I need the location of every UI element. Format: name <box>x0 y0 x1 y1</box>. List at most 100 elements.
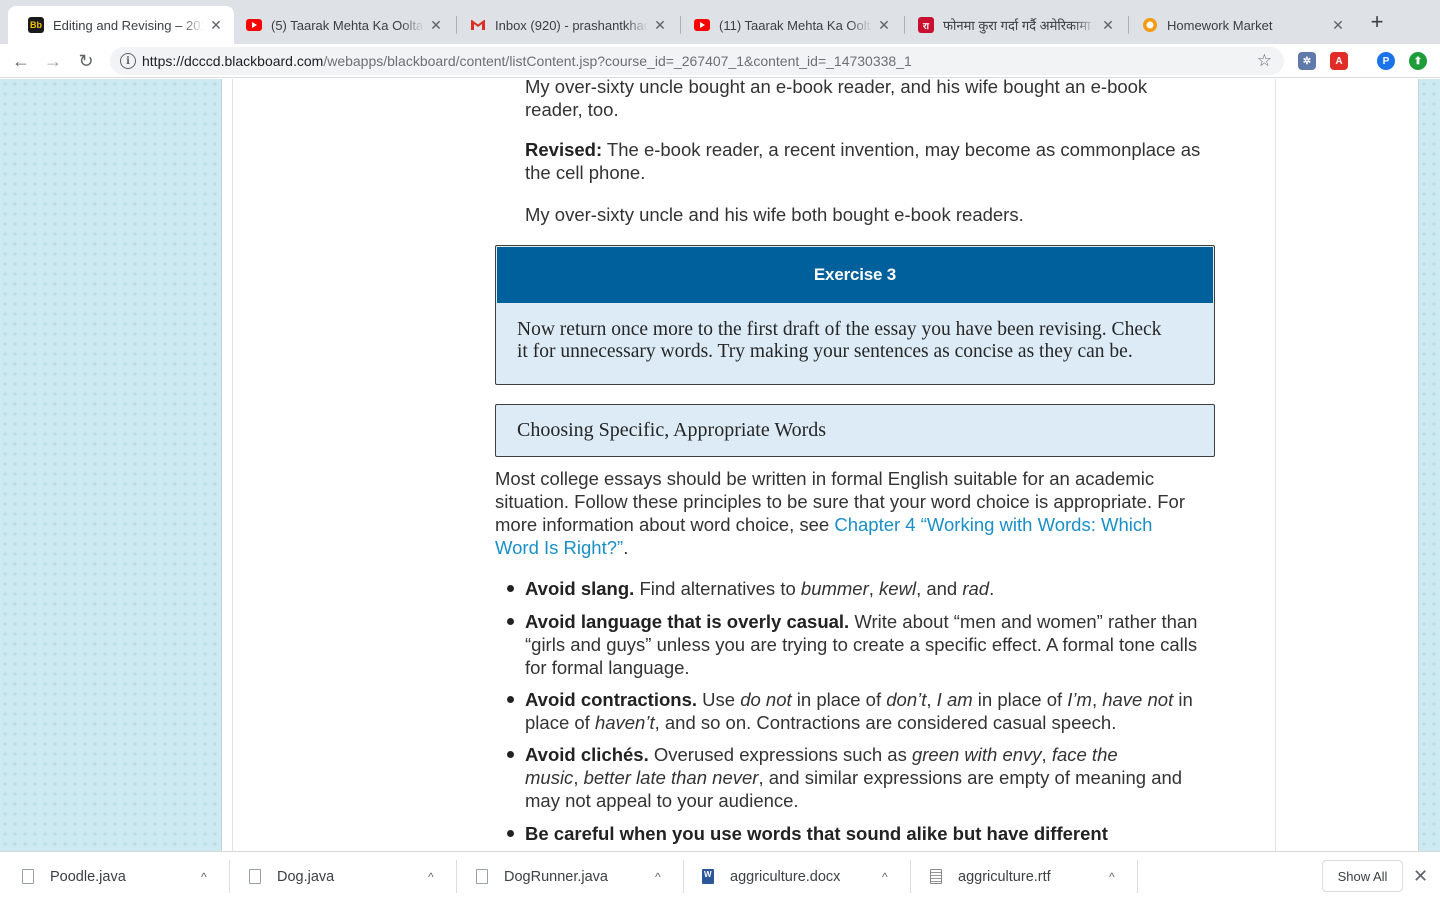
text-fragment: in place of <box>972 689 1068 710</box>
youtube-icon <box>694 17 710 33</box>
chapter-4-link[interactable]: Chapter 4 “Working with Words: Which <box>834 514 1152 535</box>
chevron-up-icon[interactable]: ^ <box>882 870 888 884</box>
bullet-sound-alike: Be careful when you use words that sound… <box>525 822 1108 845</box>
download-item-dogrunner[interactable]: DogRunner.java <box>476 852 608 900</box>
text-line: Now return once more to the first draft … <box>517 319 1162 340</box>
file-icon <box>476 869 488 884</box>
text-fragment: , <box>868 578 880 599</box>
download-item-agriculture-docx[interactable]: aggriculture.docx <box>702 852 840 900</box>
content-panel <box>221 79 1419 851</box>
close-tab-icon[interactable]: ✕ <box>208 17 224 34</box>
download-filename: DogRunner.java <box>504 868 608 885</box>
text-line: the cell phone. <box>525 162 646 183</box>
bullet-avoid-contractions: Avoid contractions. Use do not in place … <box>525 688 1193 734</box>
chevron-up-icon[interactable]: ^ <box>428 870 434 884</box>
download-separator <box>683 860 684 893</box>
bookmark-star-icon[interactable]: ☆ <box>1257 51 1272 71</box>
text-line: Most college essays should be written in… <box>495 468 1155 489</box>
tab-homework-market[interactable]: Homework Market ✕ <box>1122 6 1356 44</box>
download-shelf: Poodle.java ^ Dog.java ^ DogRunner.java … <box>0 851 1440 900</box>
example-word: bummer <box>800 578 869 599</box>
example-word: kewl <box>879 578 917 599</box>
gmail-icon <box>470 17 486 33</box>
homework-market-icon <box>1142 17 1158 33</box>
new-tab-button[interactable]: + <box>1366 11 1388 34</box>
back-button[interactable]: ← <box>8 48 34 74</box>
close-tab-icon[interactable]: ✕ <box>1330 17 1346 34</box>
text-line: it for unnecessary words. Try making you… <box>517 341 1133 362</box>
close-tab-icon[interactable]: ✕ <box>1100 17 1116 34</box>
youtube-icon <box>246 17 262 33</box>
text-fragment: , <box>1091 689 1103 710</box>
update-arrow-icon[interactable]: ⬆ <box>1409 52 1427 70</box>
text-line: reader, too. <box>525 99 619 120</box>
download-item-poodle[interactable]: Poodle.java <box>22 852 126 900</box>
bullet-heading: Avoid slang. <box>525 578 635 599</box>
download-filename: aggriculture.rtf <box>958 868 1051 885</box>
download-item-dog[interactable]: Dog.java <box>249 852 334 900</box>
close-tab-icon[interactable]: ✕ <box>428 17 444 34</box>
tab-nepali-news[interactable]: रा फोनमा कुरा गर्दा गर्दै अमेरिकामा नेपा… <box>898 6 1126 44</box>
exercise-box: Exercise 3 Now return once more to the f… <box>495 245 1215 385</box>
address-bar[interactable]: i https://dcccd.blackboard.com/webapps/b… <box>110 47 1284 75</box>
section-heading: Choosing Specific, Appropriate Words <box>495 404 1215 457</box>
close-tab-icon[interactable]: ✕ <box>876 17 892 34</box>
chevron-up-icon[interactable]: ^ <box>1109 870 1115 884</box>
text-fragment: , <box>926 689 937 710</box>
text-fragment: in place of <box>791 689 887 710</box>
close-shelf-icon[interactable]: ✕ <box>1413 866 1428 887</box>
revised-label: Revised: <box>525 139 603 160</box>
profile-avatar-icon[interactable]: P <box>1377 52 1395 70</box>
chapter-4-link-continued[interactable]: Word Is Right?” <box>495 537 623 558</box>
bullet-dot <box>507 585 514 592</box>
download-item-agriculture-rtf[interactable]: aggriculture.rtf <box>930 852 1051 900</box>
chevron-up-icon[interactable]: ^ <box>655 870 661 884</box>
example-word: green with envy <box>911 744 1042 765</box>
tab-editing-and-revising[interactable]: Bb Editing and Revising – 2018F ✕ <box>8 6 234 44</box>
show-all-downloads-button[interactable]: Show All <box>1322 860 1403 892</box>
site-info-icon[interactable]: i <box>120 53 136 69</box>
text-fragment: Overused expressions such as <box>648 744 912 765</box>
rtf-doc-icon <box>930 869 942 884</box>
text-fragment: , and similar expressions are empty of m… <box>758 767 1183 788</box>
reload-button[interactable]: ↻ <box>73 48 99 74</box>
exercise-title: Exercise 3 <box>497 247 1213 303</box>
text-fragment: , and <box>916 578 963 599</box>
panel-divider <box>232 79 233 851</box>
download-separator <box>229 860 230 893</box>
tab-gmail-inbox[interactable]: Inbox (920) - prashantkhadka ✕ <box>450 6 678 44</box>
tab-strip: Bb Editing and Revising – 2018F ✕ (5) Ta… <box>0 0 1440 44</box>
tab-taarak-mehta-1[interactable]: (5) Taarak Mehta Ka Ooltah ✕ <box>226 6 454 44</box>
bullet-avoid-casual: Avoid language that is overly casual. Wr… <box>525 610 1197 679</box>
news-icon: रा <box>918 17 934 33</box>
example-word: music <box>525 767 574 788</box>
forward-button[interactable]: → <box>40 48 66 74</box>
example-word: I am <box>936 689 973 710</box>
close-tab-icon[interactable]: ✕ <box>652 17 668 34</box>
adobe-acrobat-icon[interactable]: A <box>1330 52 1348 70</box>
url-host: https://dcccd.blackboard.com <box>142 53 324 69</box>
bullet-avoid-cliches: Avoid clichés. Overused expressions such… <box>525 743 1182 812</box>
page-content: My over-sixty uncle bought an e-book rea… <box>0 79 1440 851</box>
example-word: haven’t <box>594 712 655 733</box>
example-word: rad <box>962 578 990 599</box>
forward-arrow-icon: → <box>44 50 62 71</box>
tab-title: फोनमा कुरा गर्दा गर्दै अमेरिकामा नेपाली <box>943 18 1096 33</box>
panel-divider <box>1275 79 1276 851</box>
bullet-heading: Be careful when you use words that sound… <box>525 823 1108 844</box>
text-line: “girls and guys” unless you are trying t… <box>525 634 1198 655</box>
tab-taarak-mehta-2[interactable]: (11) Taarak Mehta Ka Ooltah ✕ <box>674 6 902 44</box>
chevron-up-icon[interactable]: ^ <box>201 870 207 884</box>
text-fragment: Find alternatives to <box>634 578 801 599</box>
download-filename: Dog.java <box>277 868 335 885</box>
extension-puzzle-icon[interactable]: ✲ <box>1298 52 1316 70</box>
example-word: do not <box>740 689 792 710</box>
file-icon <box>22 869 34 884</box>
back-arrow-icon: ← <box>12 50 30 71</box>
text-line: for formal language. <box>525 657 690 678</box>
revised-example: Revised: The e-book reader, a recent inv… <box>525 138 1200 184</box>
text-fragment: place of <box>525 712 595 733</box>
file-icon <box>249 869 261 884</box>
word-choice-paragraph: Most college essays should be written in… <box>495 467 1185 559</box>
bullet-avoid-slang: Avoid slang. Find alternatives to bummer… <box>525 577 994 600</box>
